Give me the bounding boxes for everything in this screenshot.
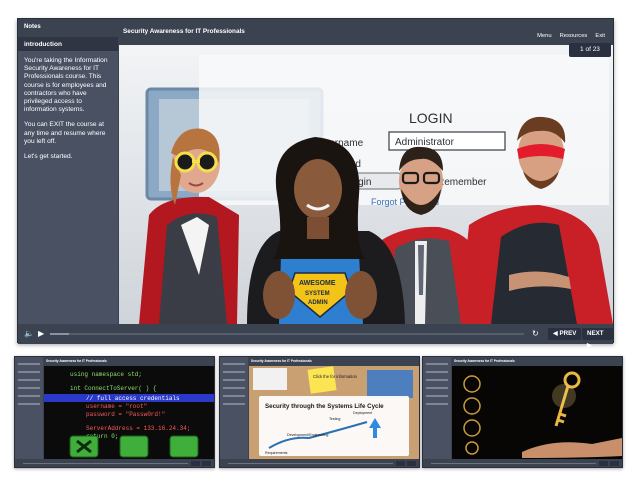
keyboard-key <box>169 435 199 458</box>
progress-bar[interactable] <box>50 333 524 335</box>
progress-fill <box>50 333 69 335</box>
remember-label: Remember <box>437 177 487 188</box>
thumbnail-key-slide: Security Awareness for IT Professionals <box>422 356 623 468</box>
shirt-text-admin: ADMIN <box>308 300 328 306</box>
fingerprint-icon <box>463 419 481 437</box>
menu-button[interactable]: Menu <box>537 33 552 39</box>
lifecycle-illustration: Click the for information Security throu… <box>249 366 419 459</box>
key-glow <box>552 384 576 408</box>
next-arrow-icon: ▶ <box>587 342 592 349</box>
thumbnail-canvas: using namespace std; int ConnectToServer… <box>44 366 214 459</box>
lifecycle-title: Security through the Systems Life Cycle <box>265 403 384 410</box>
top-bar: Security Awareness for IT Professionals … <box>118 19 613 43</box>
open-hand <box>522 438 622 458</box>
thumbnail-canvas: Click the for information Security throu… <box>249 366 419 459</box>
shield-icon <box>463 397 481 415</box>
notes-body: You're taking the Information Security A… <box>18 51 118 174</box>
thumbnail-sidebar <box>15 357 43 459</box>
thumbnail-sidebar <box>423 357 451 459</box>
notes-sidebar: Notes introduction You're taking the Inf… <box>18 19 118 324</box>
notes-paragraph: Let's get started. <box>24 153 73 161</box>
replay-icon[interactable]: ↻ <box>532 329 539 339</box>
notes-paragraph: You're taking the Information Security A… <box>24 57 108 114</box>
prev-button[interactable]: ◀ PREV <box>548 328 582 340</box>
play-icon[interactable]: ▶ <box>38 329 44 339</box>
keyboard <box>253 368 287 390</box>
stage-label: Development/Engineering <box>287 433 328 437</box>
resources-button[interactable]: Resources <box>560 33 588 39</box>
hand-icon <box>465 441 479 455</box>
notebook <box>367 370 413 398</box>
thumbnail-control-bar <box>423 459 622 467</box>
thumbnail-control-bar <box>220 459 419 467</box>
thumbnail-control-bar <box>15 459 214 467</box>
screenshot-collage: Notes introduction You're taking the Inf… <box>0 0 640 487</box>
code-line: using namespace std; <box>70 371 142 378</box>
thumbnail-title: Security Awareness for IT Professionals <box>251 359 312 363</box>
code-line: int ConnectToServer( ) { <box>70 385 157 392</box>
control-bar: 🔈 ▶ ↻ ◀ PREV NEXT ▶ <box>18 324 613 349</box>
thumbnail-title: Security Awareness for IT Professionals <box>454 359 515 363</box>
stage-label: Requirements <box>265 451 288 455</box>
thumbnail-canvas <box>452 366 622 459</box>
stage-label: Testing <box>329 417 340 421</box>
username-value: Administrator <box>395 137 455 148</box>
top-menu: Menu Resources Exit <box>537 33 605 39</box>
code-line: password = "Passw0rd!" <box>86 411 165 418</box>
notes-paragraph: You can EXIT the course at any time and … <box>24 121 106 145</box>
stage-label: Deployment <box>353 411 372 415</box>
sticky-note-text: Click the for information <box>313 374 358 379</box>
exit-button[interactable]: Exit <box>595 33 605 39</box>
slide-counter: 1 of 23 <box>569 43 611 57</box>
shirt-text-system: SYSTEM <box>305 291 330 297</box>
notes-header: Notes <box>18 19 118 37</box>
course-player: Notes introduction You're taking the Inf… <box>17 18 614 349</box>
slide-canvas: LOGIN Username Administrator Password Lo… <box>119 45 613 324</box>
next-button[interactable]: NEXT ▶ <box>582 328 613 349</box>
code-line: // full access credentials <box>86 395 180 402</box>
next-button-label: NEXT <box>587 330 604 337</box>
code-line: username = "root" <box>86 403 147 410</box>
shirt-text-awesome: AWESOME <box>299 280 336 287</box>
thumbnail-lifecycle-slide: Security Awareness for IT Professionals … <box>219 356 420 468</box>
code-line: ServerAddress = 133.16.24.34; <box>86 425 190 432</box>
keyboard-key <box>119 435 149 458</box>
lock-icon <box>463 375 481 393</box>
key-illustration <box>463 371 622 458</box>
thumbnail-title: Security Awareness for IT Professionals <box>46 359 107 363</box>
thumbnail-sidebar <box>220 357 248 459</box>
thumbnail-code-slide: Security Awareness for IT Professionals … <box>14 356 215 468</box>
prev-button-label: PREV <box>559 330 577 337</box>
volume-icon[interactable]: 🔈 <box>24 329 34 339</box>
slide-illustration: LOGIN Username Administrator Password Lo… <box>119 45 613 324</box>
code-illustration: using namespace std; int ConnectToServer… <box>44 371 214 458</box>
course-title: Security Awareness for IT Professionals <box>123 28 245 35</box>
login-title: LOGIN <box>409 110 453 126</box>
sticky-note <box>307 366 337 394</box>
sidebar-item-introduction[interactable]: introduction <box>18 37 118 51</box>
